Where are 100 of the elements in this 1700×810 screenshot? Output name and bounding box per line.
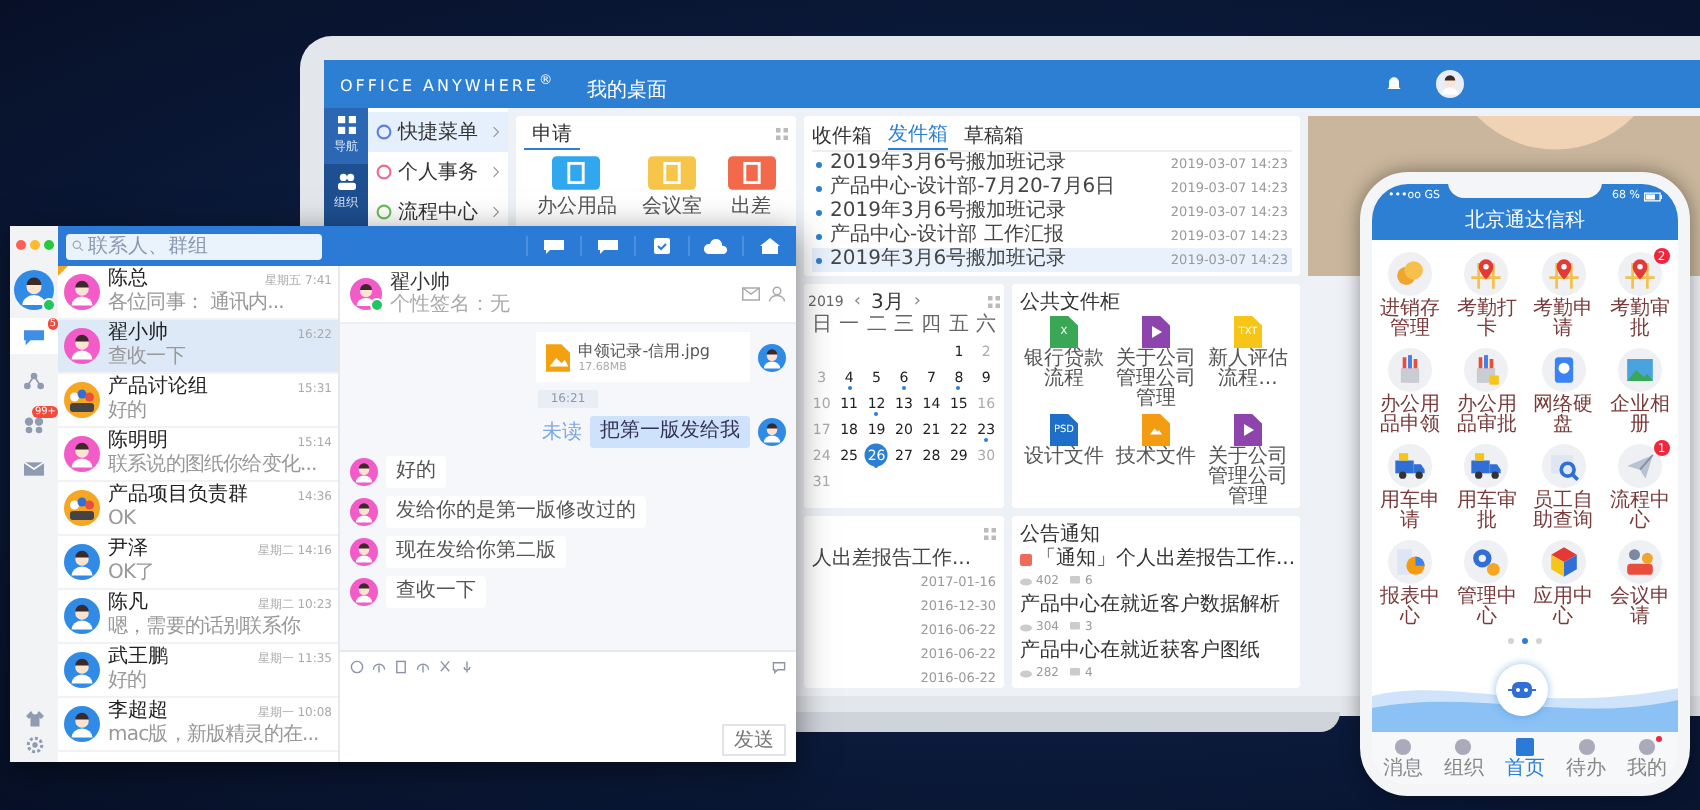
message-bubble: 把第一版发给我 bbox=[590, 416, 750, 448]
app-shortcut[interactable]: 考勤打卡 bbox=[1448, 252, 1525, 344]
mail-tab[interactable]: 草稿箱 bbox=[964, 120, 1024, 150]
chevron-icon bbox=[492, 166, 500, 178]
contact-name: 陈总 bbox=[108, 268, 148, 292]
maximize-button[interactable] bbox=[43, 239, 53, 249]
message-preview: 好的 bbox=[108, 400, 149, 424]
news-title[interactable]: 人出差报告工作... bbox=[812, 548, 972, 570]
settings-icon[interactable] bbox=[25, 736, 43, 754]
close-button[interactable] bbox=[15, 239, 25, 249]
app-shortcut[interactable]: 用车审批 bbox=[1448, 444, 1525, 536]
notice-title[interactable]: 产品中心在就近客户数据解析 bbox=[1020, 594, 1280, 618]
play-icon bbox=[1150, 326, 1162, 338]
pie-chart-icon bbox=[1388, 540, 1433, 584]
microphone-icon[interactable] bbox=[460, 659, 474, 673]
eye-icon bbox=[1020, 623, 1032, 631]
mail-subject: 2019年3月6号搬加班记录 bbox=[830, 152, 1069, 175]
contact-name: 陈凡 bbox=[108, 592, 148, 616]
shirt-icon[interactable] bbox=[25, 710, 43, 728]
menu-item[interactable]: 快捷菜单 bbox=[368, 112, 508, 152]
app-shortcut[interactable]: 报表中心 bbox=[1372, 540, 1449, 632]
weekday-label: 五 bbox=[946, 314, 971, 338]
message-bubble: 好的 bbox=[386, 456, 446, 488]
contact-name: 翟小帅 bbox=[390, 272, 452, 294]
app-shortcut[interactable]: 办公用品申领 bbox=[1372, 348, 1449, 440]
app-shortcut[interactable]: 用车申请 bbox=[1372, 444, 1449, 536]
message-preview: OK了 bbox=[108, 562, 157, 586]
file-item[interactable]: 关于公司管理公司管理 bbox=[1204, 414, 1292, 508]
desktop-tab[interactable]: 我的桌面 bbox=[587, 76, 668, 108]
weekday-label: 四 bbox=[919, 314, 944, 338]
map-pin-icon bbox=[1464, 252, 1509, 296]
previous-month-button[interactable]: ‹ bbox=[853, 291, 861, 311]
read-status: 未读 bbox=[542, 419, 582, 446]
message-preview: 查收一下 bbox=[108, 346, 188, 370]
app-shortcut[interactable]: 企业相册 bbox=[1601, 348, 1678, 440]
comment-icon bbox=[1070, 622, 1081, 632]
menu-item-icon bbox=[376, 124, 392, 140]
avatar-icon bbox=[758, 343, 786, 371]
mail-tab[interactable]: 发件箱 bbox=[888, 120, 948, 150]
apply-shortcut[interactable]: 出差 bbox=[727, 156, 776, 220]
send-button[interactable]: 发送 bbox=[722, 724, 786, 756]
app-shortcut[interactable]: 管理中心 bbox=[1448, 540, 1525, 632]
menu-item[interactable]: 个人事务 bbox=[368, 152, 508, 192]
app-title: 北京通达信科 bbox=[1465, 207, 1585, 236]
message-preview: mac版，新版精灵的在... bbox=[108, 724, 321, 748]
image-file-icon bbox=[546, 343, 571, 371]
battery-icon bbox=[1644, 191, 1662, 201]
tab-bar-item[interactable]: 组织 bbox=[1433, 732, 1495, 784]
mail-subject: 产品中心-设计部 工作汇报 bbox=[830, 224, 1066, 247]
group-icon bbox=[24, 415, 44, 433]
bell-icon[interactable] bbox=[1384, 74, 1404, 94]
notice-title[interactable]: 产品中心在就近获客户图纸 bbox=[1020, 640, 1260, 664]
map-pin-icon bbox=[1617, 252, 1662, 296]
app-shortcut[interactable]: 办公用品审批 bbox=[1448, 348, 1525, 440]
bullet-icon bbox=[816, 257, 822, 263]
mail-subject: 产品中心-设计部-7月20-7月6日 bbox=[830, 176, 1118, 199]
app-shortcut[interactable]: 考勤申请 bbox=[1525, 252, 1602, 344]
avatar-icon[interactable] bbox=[14, 270, 54, 310]
next-month-button[interactable]: › bbox=[913, 291, 921, 311]
bullet-icon bbox=[816, 185, 822, 191]
grid-menu-icon[interactable] bbox=[988, 295, 1000, 307]
assistant-button[interactable] bbox=[1496, 664, 1548, 716]
avatar-icon[interactable] bbox=[1436, 70, 1464, 98]
file-item[interactable]: 技术文件 bbox=[1112, 414, 1200, 508]
menu-item[interactable]: 流程中心 bbox=[368, 192, 508, 232]
grid-menu-icon[interactable] bbox=[984, 528, 996, 540]
calendar-month: 3月 bbox=[870, 289, 904, 315]
notice-title[interactable]: 「通知」个人出差报告工作... bbox=[1036, 548, 1296, 572]
app-shortcut[interactable]: 应用中心 bbox=[1525, 540, 1602, 632]
chevron-icon bbox=[492, 206, 500, 218]
bullet-icon bbox=[816, 209, 822, 215]
app-shortcut[interactable]: 员工自助查询 bbox=[1525, 444, 1602, 536]
menu-item-icon bbox=[376, 164, 392, 180]
app-shortcut[interactable]: 进销存管理 bbox=[1372, 252, 1449, 344]
contact-name: 产品讨论组 bbox=[108, 376, 208, 400]
chat-history-icon[interactable] bbox=[772, 659, 786, 673]
app-shortcut[interactable]: 会议申请 bbox=[1601, 540, 1678, 632]
mail-tab[interactable]: 收件箱 bbox=[812, 120, 872, 150]
avatar-icon bbox=[350, 498, 378, 526]
avatar-icon bbox=[350, 578, 378, 606]
mail-icon[interactable] bbox=[742, 286, 760, 302]
app-shortcut[interactable]: 网络硬盘 bbox=[1525, 348, 1602, 440]
scissors-icon[interactable] bbox=[438, 659, 452, 673]
page-dot[interactable] bbox=[1508, 637, 1514, 643]
tab-bar-item[interactable]: 首页 bbox=[1494, 732, 1556, 784]
page-dot[interactable] bbox=[1536, 637, 1542, 643]
message-bubble: 查收一下 bbox=[386, 576, 486, 608]
play-icon bbox=[1242, 424, 1254, 436]
minimize-button[interactable] bbox=[29, 239, 39, 249]
apply-shortcut[interactable]: 会议室 bbox=[641, 156, 702, 220]
chevron-icon bbox=[492, 126, 500, 138]
contact-name: 陈明明 bbox=[108, 430, 168, 453]
panel-title: 公共文件柜 bbox=[1020, 289, 1120, 316]
page-dot[interactable] bbox=[1522, 637, 1528, 643]
search-field[interactable]: 联系人、群组 bbox=[66, 233, 322, 259]
file-item[interactable]: 关于公司管理公司管理 bbox=[1112, 316, 1200, 410]
smiley-icon[interactable] bbox=[350, 659, 364, 673]
document-icon[interactable] bbox=[394, 659, 408, 673]
grid-menu-icon[interactable] bbox=[776, 128, 788, 140]
apply-shortcut[interactable]: 办公用品 bbox=[536, 156, 617, 220]
